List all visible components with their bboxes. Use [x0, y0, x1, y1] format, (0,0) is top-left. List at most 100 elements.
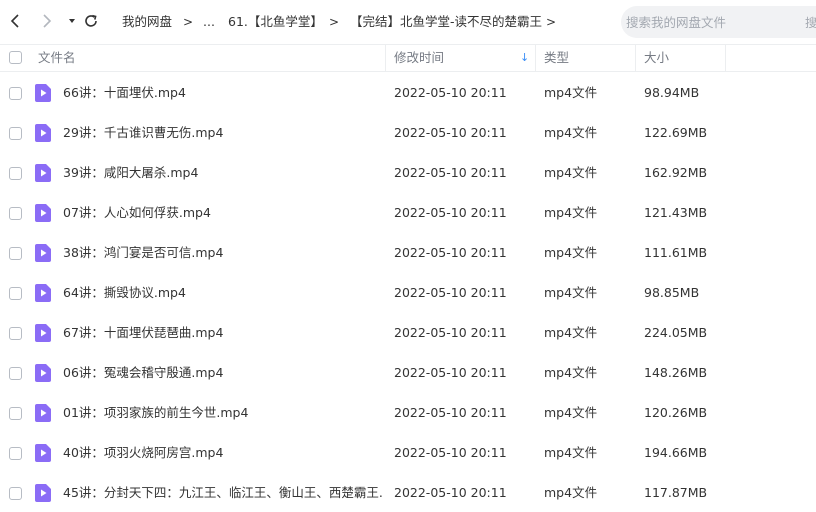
file-name[interactable]: 39讲：咸阳大屠杀.mp4 [63, 165, 198, 181]
file-name[interactable]: 06讲：冤魂会稽守殷通.mp4 [63, 365, 223, 381]
breadcrumb-current-folder[interactable]: 【完结】北鱼学堂-读不尽的楚霸王 [350, 14, 542, 30]
file-type: mp4文件 [544, 485, 598, 500]
column-divider[interactable] [385, 45, 386, 71]
search-input[interactable] [626, 14, 796, 30]
file-modified-time: 2022-05-10 20:11 [394, 365, 507, 380]
row-checkbox[interactable] [9, 167, 22, 180]
row-checkbox[interactable] [9, 247, 22, 260]
file-row[interactable]: 38讲：鸿门宴是否可信.mp4 2022-05-10 20:11 mp4文件 111.… [0, 233, 816, 273]
file-size: 98.85MB [644, 285, 700, 300]
breadcrumb-separator: > [546, 15, 557, 29]
file-type: mp4文件 [544, 125, 598, 140]
sort-desc-icon[interactable]: ↓ [520, 45, 529, 71]
video-file-icon [35, 204, 51, 222]
file-modified-time: 2022-05-10 20:11 [394, 285, 507, 300]
row-checkbox[interactable] [9, 87, 22, 100]
file-modified-time: 2022-05-10 20:11 [394, 485, 507, 500]
back-button[interactable] [6, 11, 26, 31]
file-name[interactable]: 66讲：十面埋伏.mp4 [63, 85, 186, 101]
file-type: mp4文件 [544, 325, 598, 340]
file-modified-time: 2022-05-10 20:11 [394, 205, 507, 220]
file-row[interactable]: 45讲：分封天下四：九江王、临江王、衡山王、西楚霸王... 2022-05-10 … [0, 473, 816, 512]
top-navigation-bar: 我的网盘 > ... 61.【北鱼学堂】 > 【完结】北鱼学堂-读不尽的楚霸王 … [0, 0, 816, 44]
row-checkbox[interactable] [9, 327, 22, 340]
video-file-icon [35, 124, 51, 142]
column-divider[interactable] [535, 45, 536, 71]
file-name[interactable]: 67讲：十面埋伏琵琶曲.mp4 [63, 325, 223, 341]
video-file-icon [35, 284, 51, 302]
column-header-modified[interactable]: 修改时间 [394, 45, 444, 71]
file-row[interactable]: 06讲：冤魂会稽守殷通.mp4 2022-05-10 20:11 mp4文件 148.… [0, 353, 816, 393]
video-file-icon [35, 84, 51, 102]
video-file-icon [35, 444, 51, 462]
file-size: 162.92MB [644, 165, 708, 180]
file-row[interactable]: 67讲：十面埋伏琵琶曲.mp4 2022-05-10 20:11 mp4文件 224.… [0, 313, 816, 353]
select-all-checkbox[interactable] [9, 51, 22, 64]
row-checkbox[interactable] [9, 367, 22, 380]
file-size: 111.61MB [644, 245, 708, 260]
file-row[interactable]: 66讲：十面埋伏.mp4 2022-05-10 20:11 mp4文件 98.94MB [0, 73, 816, 113]
column-header-name[interactable]: 文件名 [38, 45, 76, 71]
history-dropdown-button[interactable] [62, 11, 82, 31]
file-size: 122.69MB [644, 125, 708, 140]
column-divider[interactable] [725, 45, 726, 71]
caret-down-icon [69, 19, 75, 23]
row-checkbox[interactable] [9, 447, 22, 460]
breadcrumb-separator: > [183, 15, 194, 29]
search-button-label[interactable]: 搜 [805, 14, 816, 31]
file-row[interactable]: 29讲：千古谁识曹无伤.mp4 2022-05-10 20:11 mp4文件 122.… [0, 113, 816, 153]
file-modified-time: 2022-05-10 20:11 [394, 445, 507, 460]
file-modified-time: 2022-05-10 20:11 [394, 125, 507, 140]
video-file-icon [35, 404, 51, 422]
file-name[interactable]: 40讲：项羽火烧阿房宫.mp4 [63, 445, 223, 461]
breadcrumb-ellipsis[interactable]: ... [203, 14, 215, 30]
search-box: 搜 [621, 6, 816, 38]
row-checkbox[interactable] [9, 407, 22, 420]
file-size: 224.05MB [644, 325, 708, 340]
file-size: 194.66MB [644, 445, 708, 460]
row-checkbox[interactable] [9, 127, 22, 140]
refresh-icon [85, 14, 97, 27]
file-type: mp4文件 [544, 285, 598, 300]
file-name[interactable]: 38讲：鸿门宴是否可信.mp4 [63, 245, 223, 261]
file-modified-time: 2022-05-10 20:11 [394, 405, 507, 420]
file-row[interactable]: 64讲：撕毁协议.mp4 2022-05-10 20:11 mp4文件 98.85MB [0, 273, 816, 313]
chevron-right-icon [43, 14, 52, 28]
file-type: mp4文件 [544, 85, 598, 100]
forward-button[interactable] [36, 11, 56, 31]
file-size: 98.94MB [644, 85, 700, 100]
row-checkbox[interactable] [9, 207, 22, 220]
file-name[interactable]: 01讲：项羽家族的前生今世.mp4 [63, 405, 248, 421]
breadcrumb-beiyu-folder[interactable]: 61.【北鱼学堂】 [228, 14, 323, 30]
column-divider[interactable] [635, 45, 636, 71]
file-name[interactable]: 07讲：人心如何俘获.mp4 [63, 205, 211, 221]
file-modified-time: 2022-05-10 20:11 [394, 325, 507, 340]
file-row[interactable]: 40讲：项羽火烧阿房宫.mp4 2022-05-10 20:11 mp4文件 194.… [0, 433, 816, 473]
file-size: 117.87MB [644, 485, 708, 500]
file-row[interactable]: 07讲：人心如何俘获.mp4 2022-05-10 20:11 mp4文件 121.4… [0, 193, 816, 233]
chevron-left-icon [10, 14, 19, 28]
file-row[interactable]: 39讲：咸阳大屠杀.mp4 2022-05-10 20:11 mp4文件 162.92… [0, 153, 816, 193]
file-row[interactable]: 01讲：项羽家族的前生今世.mp4 2022-05-10 20:11 mp4文件 12… [0, 393, 816, 433]
video-file-icon [35, 164, 51, 182]
file-size: 121.43MB [644, 205, 708, 220]
file-list-header: 文件名 修改时间 ↓ 类型 大小 [0, 44, 816, 72]
video-file-icon [35, 484, 51, 502]
video-file-icon [35, 324, 51, 342]
file-modified-time: 2022-05-10 20:11 [394, 245, 507, 260]
column-header-size[interactable]: 大小 [644, 45, 669, 71]
file-name[interactable]: 29讲：千古谁识曹无伤.mp4 [63, 125, 223, 141]
file-name[interactable]: 64讲：撕毁协议.mp4 [63, 285, 186, 301]
breadcrumb-my-drive[interactable]: 我的网盘 [122, 14, 172, 30]
file-type: mp4文件 [544, 205, 598, 220]
file-name[interactable]: 45讲：分封天下四：九江王、临江王、衡山王、西楚霸王... [63, 485, 383, 501]
file-type: mp4文件 [544, 165, 598, 180]
row-checkbox[interactable] [9, 287, 22, 300]
file-size: 148.26MB [644, 365, 708, 380]
row-checkbox[interactable] [9, 487, 22, 500]
file-modified-time: 2022-05-10 20:11 [394, 85, 507, 100]
file-type: mp4文件 [544, 365, 598, 380]
refresh-button[interactable] [81, 11, 101, 31]
file-modified-time: 2022-05-10 20:11 [394, 165, 507, 180]
column-header-type[interactable]: 类型 [544, 45, 569, 71]
